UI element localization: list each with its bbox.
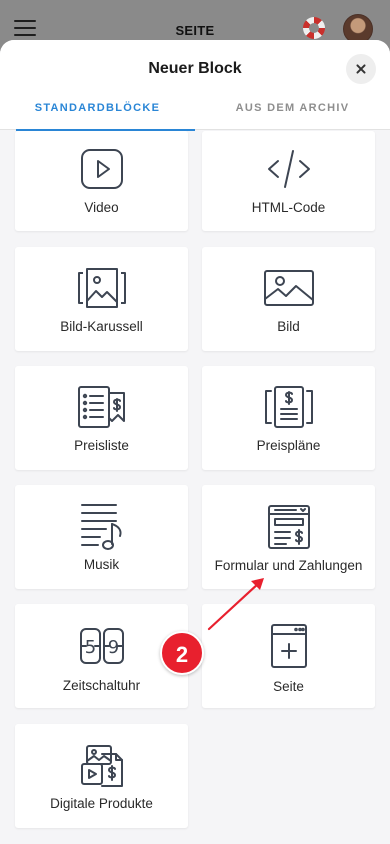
block-label: Seite — [273, 679, 304, 694]
block-price-plans[interactable]: Preispläne — [202, 366, 375, 470]
add-page-icon — [269, 623, 309, 669]
block-label: Bild — [277, 319, 300, 334]
block-digital-products[interactable]: Digitale Produkte — [15, 724, 188, 828]
tab-archive[interactable]: AUS DEM ARCHIV — [195, 92, 390, 130]
block-label: Formular und Zahlungen — [214, 558, 363, 573]
block-html-code[interactable]: HTML-Code — [202, 131, 375, 231]
step-badge: 2 — [160, 631, 204, 675]
block-image-carousel[interactable]: Bild-Karussell — [15, 247, 188, 351]
block-label: Preisliste — [74, 438, 129, 453]
block-price-list[interactable]: Preisliste — [15, 366, 188, 470]
block-label: Bild-Karussell — [60, 319, 143, 334]
svg-text:9: 9 — [107, 637, 118, 658]
form-payment-icon — [266, 504, 312, 550]
price-list-icon — [76, 385, 128, 429]
block-label: Digitale Produkte — [50, 796, 153, 811]
image-icon — [263, 269, 315, 307]
block-label: Musik — [83, 557, 120, 572]
block-page[interactable]: Seite — [202, 604, 375, 708]
page-title: SEITE — [175, 23, 215, 38]
sheet-header: Neuer Block STANDARDBLÖCKE AUS DEM ARCHI… — [0, 40, 390, 131]
block-music[interactable]: Musik — [15, 485, 188, 589]
play-icon — [80, 148, 124, 190]
block-image[interactable]: Bild — [202, 247, 375, 351]
music-icon — [78, 502, 126, 552]
tab-standard-blocks[interactable]: STANDARDBLÖCKE — [0, 92, 195, 131]
help-icon[interactable] — [303, 17, 325, 39]
block-form-payments[interactable]: Formular und Zahlungen — [202, 485, 375, 589]
block-video[interactable]: Video — [15, 131, 188, 231]
svg-text:5: 5 — [84, 637, 95, 658]
block-label: Preispläne — [256, 438, 321, 453]
price-plans-icon — [263, 385, 315, 429]
block-label: Video — [84, 200, 119, 215]
tab-bar: STANDARDBLÖCKE AUS DEM ARCHIV — [0, 92, 390, 131]
close-button[interactable] — [346, 54, 376, 84]
block-label: HTML-Code — [251, 200, 326, 215]
digital-products-icon — [79, 744, 125, 788]
timer-icon: 5 9 — [79, 626, 125, 666]
code-icon — [266, 148, 312, 190]
sheet-title: Neuer Block — [148, 60, 242, 77]
image-carousel-icon — [76, 267, 128, 309]
block-label: Zeitschaltuhr — [62, 678, 141, 693]
